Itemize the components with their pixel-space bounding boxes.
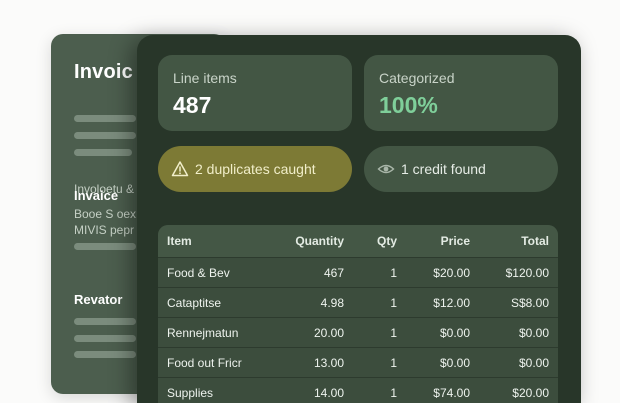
cell-price: $20.00 xyxy=(433,266,470,280)
placeholder-line xyxy=(74,335,136,342)
cell-item: Cataptitse xyxy=(167,296,222,310)
table-row[interactable]: Food out Fricr 13.00 1 $0.00 $0.00 xyxy=(158,347,558,378)
cell-quantity: 4.98 xyxy=(320,296,344,310)
cell-quantity: 20.00 xyxy=(313,326,344,340)
placeholder-line xyxy=(74,149,132,156)
cell-total: $0.00 xyxy=(518,356,549,370)
stat-value: 100% xyxy=(379,92,438,118)
cell-item: Food & Bev xyxy=(167,266,230,280)
cell-qty: 1 xyxy=(390,356,397,370)
stat-label: Line items xyxy=(173,70,237,86)
cell-item: Rennejmatun xyxy=(167,326,239,340)
cell-price: $74.00 xyxy=(433,386,470,400)
cell-total: $120.00 xyxy=(505,266,549,280)
table-row[interactable]: Food & Bev 467 1 $20.00 $120.00 xyxy=(158,257,558,288)
table-row[interactable]: Supplies 14.00 1 $74.00 $20.00 xyxy=(158,377,558,403)
invoice-section-heading: Invaice xyxy=(74,188,119,203)
invoice-section-text: Booe S oex xyxy=(74,207,137,221)
placeholder-line xyxy=(74,243,136,250)
stage: Invoic Involoetu & Invaice Booe S oex MI… xyxy=(0,0,620,403)
invoice-title: Invoic xyxy=(74,61,133,83)
cell-qty: 1 xyxy=(390,326,397,340)
stat-value: 487 xyxy=(173,92,212,118)
duplicates-alert-text: 2 duplicates caught xyxy=(195,161,316,177)
column-header-quantity[interactable]: Quantity xyxy=(295,225,344,257)
cell-qty: 1 xyxy=(390,296,397,310)
stat-label: Categorized xyxy=(379,70,455,86)
cell-quantity: 14.00 xyxy=(313,386,344,400)
cell-total: $20.00 xyxy=(512,386,549,400)
credit-alert[interactable]: 1 credit found xyxy=(364,146,558,192)
eye-icon xyxy=(377,164,395,174)
column-header-total[interactable]: Total xyxy=(521,225,549,257)
cell-price: $0.00 xyxy=(439,326,470,340)
cell-qty: 1 xyxy=(390,266,397,280)
stat-card-categorized: Categorized 100% xyxy=(364,55,558,131)
table-header-row: Item Quantity Qty Price Total xyxy=(158,225,558,257)
column-header-item[interactable]: Item xyxy=(167,225,192,257)
cell-total: S$8.00 xyxy=(510,296,549,310)
table-row[interactable]: Cataptitse 4.98 1 $12.00 S$8.00 xyxy=(158,287,558,318)
credit-alert-text: 1 credit found xyxy=(401,161,486,177)
placeholder-line xyxy=(74,132,136,139)
cell-item: Food out Fricr xyxy=(167,356,242,370)
column-header-price[interactable]: Price xyxy=(441,225,470,257)
cell-price: $12.00 xyxy=(433,296,470,310)
invoice-section-text: MIVIS pepr xyxy=(74,223,135,237)
duplicates-alert[interactable]: 2 duplicates caught xyxy=(158,146,352,192)
cell-qty: 1 xyxy=(390,386,397,400)
cell-quantity: 467 xyxy=(323,266,344,280)
placeholder-line xyxy=(74,351,136,358)
placeholder-line xyxy=(74,318,136,325)
cell-item: Supplies xyxy=(167,386,214,400)
table-row[interactable]: Rennejmatun 20.00 1 $0.00 $0.00 xyxy=(158,317,558,348)
column-header-qty[interactable]: Qty xyxy=(377,225,397,257)
placeholder-line xyxy=(74,115,136,122)
invoice-summary-panel: Line items 487 Categorized 100% 2 duplic… xyxy=(137,35,581,403)
cell-price: $0.00 xyxy=(439,356,470,370)
line-items-table: Item Quantity Qty Price Total Food & Bev… xyxy=(158,225,558,403)
stat-card-line-items: Line items 487 xyxy=(158,55,352,131)
cell-total: $0.00 xyxy=(518,326,549,340)
invoice-section-heading: Revator xyxy=(74,292,123,307)
cell-quantity: 13.00 xyxy=(313,356,344,370)
warning-triangle-icon xyxy=(171,161,189,177)
